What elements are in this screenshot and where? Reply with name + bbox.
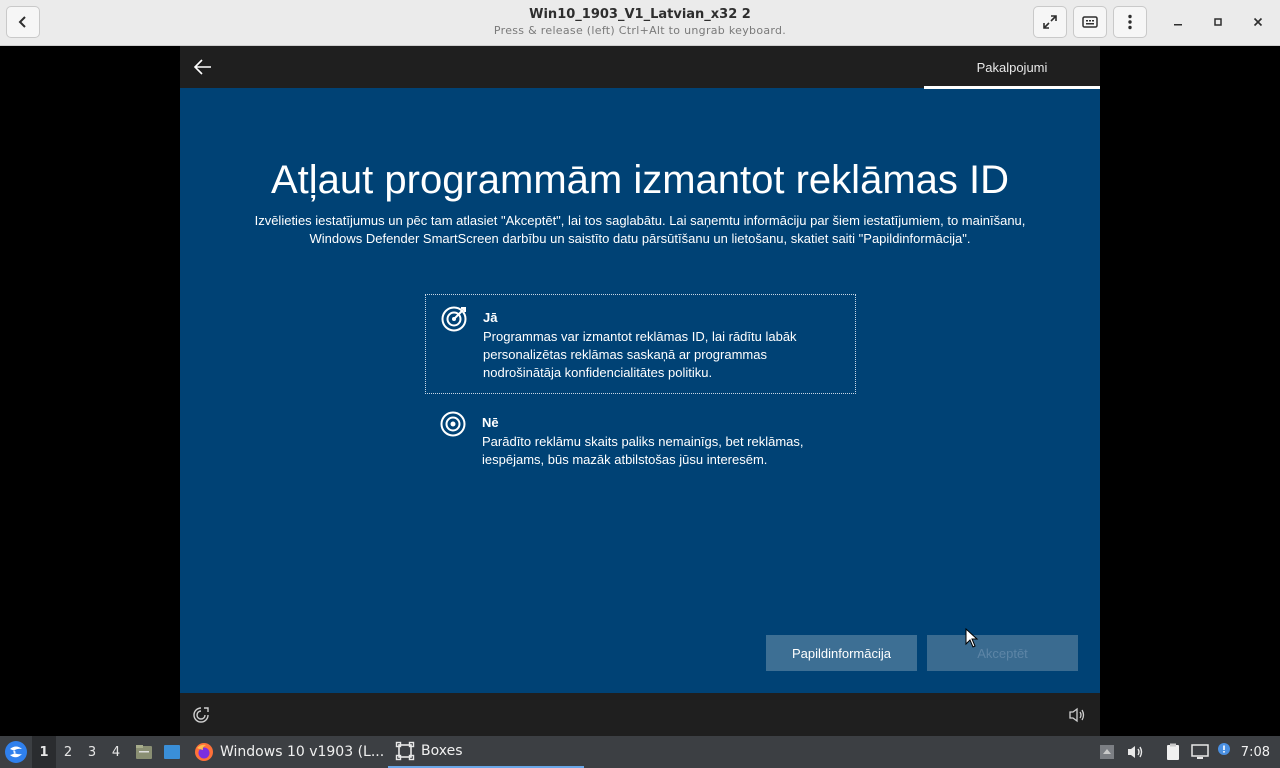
option-no[interactable]: Nē Parādīto reklāmu skaits paliks nemain… [425,400,856,470]
tray-update-icon[interactable] [1216,742,1236,762]
setup-header: Pakalpojumi [180,46,1100,89]
mouse-cursor-icon [965,628,979,648]
window-subtitle: Press & release (left) Ctrl+Alt to ungra… [493,24,787,37]
file-manager-icon[interactable] [134,742,154,762]
tab-underline [924,86,1100,89]
ease-of-access-icon[interactable] [192,706,210,724]
kebab-menu-icon [1128,14,1132,30]
target-icon [441,306,467,332]
taskbar-app-firefox[interactable]: Windows 10 v1903 (L... [194,736,384,768]
window-title: Win10_1903_V1_Latvian_x32 2 [529,7,751,22]
maximize-icon [1214,18,1222,26]
start-menu-icon[interactable] [4,740,28,764]
tab-services[interactable]: Pakalpojumi [924,46,1100,88]
fullscreen-icon [1043,15,1057,29]
arrow-left-icon [193,59,211,75]
keyboard-icon [1082,16,1098,28]
keyboard-button[interactable] [1073,6,1107,38]
option-no-text: Parādīto reklāmu skaits paliks nemainīgs… [482,434,804,467]
taskbar-app-label: Boxes [421,743,463,759]
page-title: Atļaut programmām izmantot reklāmas ID [270,158,1009,202]
back-button[interactable] [6,6,40,38]
clock[interactable]: 7:08 [1241,736,1270,768]
taskbar-app-boxes[interactable]: Boxes [388,736,584,768]
menu-button[interactable] [1113,6,1147,38]
option-no-title: Nē [482,415,499,430]
taskbar-app-label: Windows 10 v1903 (L... [220,744,385,760]
tray-notifications-icon[interactable] [1097,742,1117,762]
accept-button[interactable]: Akceptēt [927,635,1078,671]
tray-clipboard-icon[interactable] [1163,742,1183,762]
chevron-left-icon [18,16,26,28]
vm-display[interactable]: Pakalpojumi Atļaut programmām izmantot r… [180,46,1100,736]
close-button[interactable] [1241,6,1275,38]
tray-volume-icon[interactable] [1125,742,1145,762]
setup-footer [180,693,1100,736]
workspace-2[interactable]: 2 [56,736,80,768]
more-info-button[interactable]: Papildinformācija [766,635,917,671]
maximize-button[interactable] [1201,6,1235,38]
workspace-3[interactable]: 3 [80,736,104,768]
minimize-button[interactable] [1161,6,1195,38]
firefox-icon [195,743,213,761]
option-yes-text: Programmas var izmantot reklāmas ID, lai… [483,329,797,380]
boxes-icon [395,741,415,761]
tray-network-icon[interactable] [1190,742,1210,762]
target-icon [440,411,466,437]
minimize-icon [1174,24,1182,26]
workspace-1[interactable]: 1 [32,736,56,768]
page-description: Izvēlieties iestatījumus un pēc tam atla… [254,213,1026,246]
option-yes[interactable]: Jā Programmas var izmantot reklāmas ID, … [425,294,856,394]
close-icon [1253,17,1263,27]
option-yes-title: Jā [483,310,498,325]
fullscreen-button[interactable] [1033,6,1067,38]
setup-back-button[interactable] [190,54,216,80]
titlebar: Win10_1903_V1_Latvian_x32 2 Press & rele… [0,0,1280,46]
show-desktop-icon[interactable] [162,742,182,762]
volume-icon[interactable] [1068,706,1086,724]
workspace-4[interactable]: 4 [104,736,128,768]
taskbar: 1 2 3 4 Windows 10 v1903 (L... Boxes 7:0… [0,736,1280,768]
